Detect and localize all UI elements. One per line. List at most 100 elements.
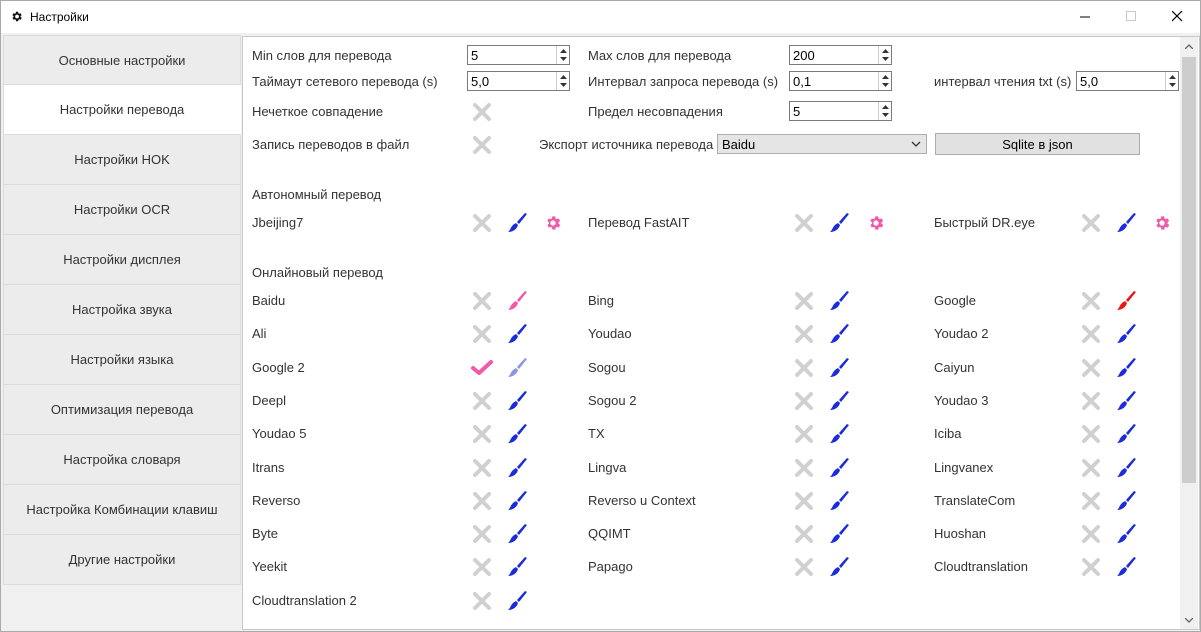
cross-icon[interactable] [471, 523, 493, 545]
brush-icon[interactable] [829, 423, 851, 445]
sidebar-item-7[interactable]: Оптимизация перевода [3, 385, 241, 435]
brush-icon[interactable] [507, 457, 529, 479]
write-to-file-toggle[interactable] [471, 134, 493, 156]
brush-icon[interactable] [507, 556, 529, 578]
min-words-spinbox[interactable]: 5 [467, 45, 570, 65]
spin-arrows-icon[interactable] [878, 102, 891, 120]
cross-icon[interactable] [1080, 323, 1102, 345]
maximize-button[interactable] [1108, 1, 1154, 33]
cross-icon[interactable] [471, 390, 493, 412]
spin-arrows-icon[interactable] [878, 46, 891, 64]
cross-icon[interactable] [1080, 212, 1102, 234]
cross-icon[interactable] [471, 290, 493, 312]
max-words-spinbox[interactable]: 200 [789, 45, 892, 65]
scrollbar-thumb[interactable] [1182, 57, 1196, 483]
brush-icon[interactable] [829, 523, 851, 545]
cross-icon[interactable] [471, 490, 493, 512]
brush-icon[interactable] [507, 590, 529, 612]
cross-icon[interactable] [471, 457, 493, 479]
brush-icon[interactable] [507, 290, 529, 312]
close-button[interactable] [1154, 1, 1200, 33]
cross-icon[interactable] [793, 390, 815, 412]
sidebar-item-2[interactable]: Настройки HOK [3, 135, 241, 185]
sidebar-item-4[interactable]: Настройки дисплея [3, 235, 241, 285]
brush-icon[interactable] [829, 490, 851, 512]
cross-icon[interactable] [1080, 290, 1102, 312]
brush-icon[interactable] [1116, 357, 1138, 379]
sidebar-item-6[interactable]: Настройки языка [3, 335, 241, 385]
brush-icon[interactable] [507, 423, 529, 445]
sidebar-item-3[interactable]: Настройки OCR [3, 185, 241, 235]
sidebar-item-10[interactable]: Другие настройки [3, 535, 241, 585]
brush-icon[interactable] [829, 357, 851, 379]
cross-icon[interactable] [793, 556, 815, 578]
cross-icon[interactable] [793, 457, 815, 479]
check-icon[interactable] [471, 357, 493, 379]
cross-icon[interactable] [793, 357, 815, 379]
cross-icon[interactable] [471, 556, 493, 578]
sidebar-item-0[interactable]: Основные настройки [3, 35, 241, 85]
brush-icon[interactable] [1116, 523, 1138, 545]
gear-icon[interactable] [1153, 214, 1175, 236]
request-interval-spinbox[interactable]: 0,1 [789, 71, 892, 91]
cross-icon[interactable] [1080, 423, 1102, 445]
spin-arrows-icon[interactable] [556, 72, 569, 90]
export-source-select[interactable]: Baidu [717, 134, 927, 154]
brush-icon[interactable] [829, 323, 851, 345]
cross-icon[interactable] [793, 523, 815, 545]
cross-icon[interactable] [471, 212, 493, 234]
brush-icon[interactable] [1116, 457, 1138, 479]
brush-icon[interactable] [1116, 490, 1138, 512]
spin-arrows-icon[interactable] [878, 72, 891, 90]
cross-icon[interactable] [1080, 390, 1102, 412]
brush-icon[interactable] [507, 357, 529, 379]
cross-icon[interactable] [471, 323, 493, 345]
gear-icon[interactable] [867, 214, 889, 236]
cross-icon[interactable] [793, 423, 815, 445]
gear-icon[interactable] [544, 214, 566, 236]
sidebar-item-9[interactable]: Настройка Комбинации клавиш [3, 485, 241, 535]
mismatch-limit-spinbox[interactable]: 5 [789, 101, 892, 121]
cross-icon[interactable] [471, 423, 493, 445]
sidebar-item-1[interactable]: Настройки перевода [3, 85, 241, 135]
spin-arrows-icon[interactable] [1165, 72, 1178, 90]
brush-icon[interactable] [1116, 423, 1138, 445]
brush-icon[interactable] [1116, 212, 1138, 234]
minimize-button[interactable] [1062, 1, 1108, 33]
brush-icon[interactable] [829, 212, 851, 234]
cross-icon[interactable] [471, 590, 493, 612]
cross-icon[interactable] [793, 490, 815, 512]
brush-icon[interactable] [1116, 323, 1138, 345]
spin-arrows-icon[interactable] [556, 46, 569, 64]
brush-icon[interactable] [507, 212, 529, 234]
brush-icon[interactable] [829, 457, 851, 479]
fuzzy-match-toggle[interactable] [471, 101, 493, 123]
brush-icon[interactable] [1116, 556, 1138, 578]
brush-icon[interactable] [829, 290, 851, 312]
txt-interval-spinbox[interactable]: 5,0 [1076, 71, 1179, 91]
scroll-down-icon[interactable] [1185, 618, 1193, 623]
brush-icon[interactable] [507, 390, 529, 412]
vertical-scrollbar[interactable] [1180, 37, 1198, 629]
sqlite-to-json-button[interactable]: Sqlite в json [935, 133, 1140, 155]
cross-icon[interactable] [793, 323, 815, 345]
sidebar-item-5[interactable]: Настройка звука [3, 285, 241, 335]
cross-icon[interactable] [1080, 523, 1102, 545]
sidebar-item-8[interactable]: Настройка словаря [3, 435, 241, 485]
cross-icon[interactable] [1080, 490, 1102, 512]
cross-icon[interactable] [793, 212, 815, 234]
brush-icon[interactable] [1116, 390, 1138, 412]
brush-icon[interactable] [829, 556, 851, 578]
brush-icon[interactable] [507, 323, 529, 345]
brush-icon[interactable] [507, 523, 529, 545]
cross-icon[interactable] [1080, 357, 1102, 379]
cross-icon[interactable] [1080, 457, 1102, 479]
brush-icon[interactable] [507, 490, 529, 512]
title-bar[interactable]: Настройки [1, 1, 1200, 33]
scroll-up-icon[interactable] [1185, 44, 1193, 49]
cross-icon[interactable] [793, 290, 815, 312]
brush-icon[interactable] [829, 390, 851, 412]
cross-icon[interactable] [1080, 556, 1102, 578]
net-timeout-spinbox[interactable]: 5,0 [467, 71, 570, 91]
brush-icon[interactable] [1116, 290, 1138, 312]
